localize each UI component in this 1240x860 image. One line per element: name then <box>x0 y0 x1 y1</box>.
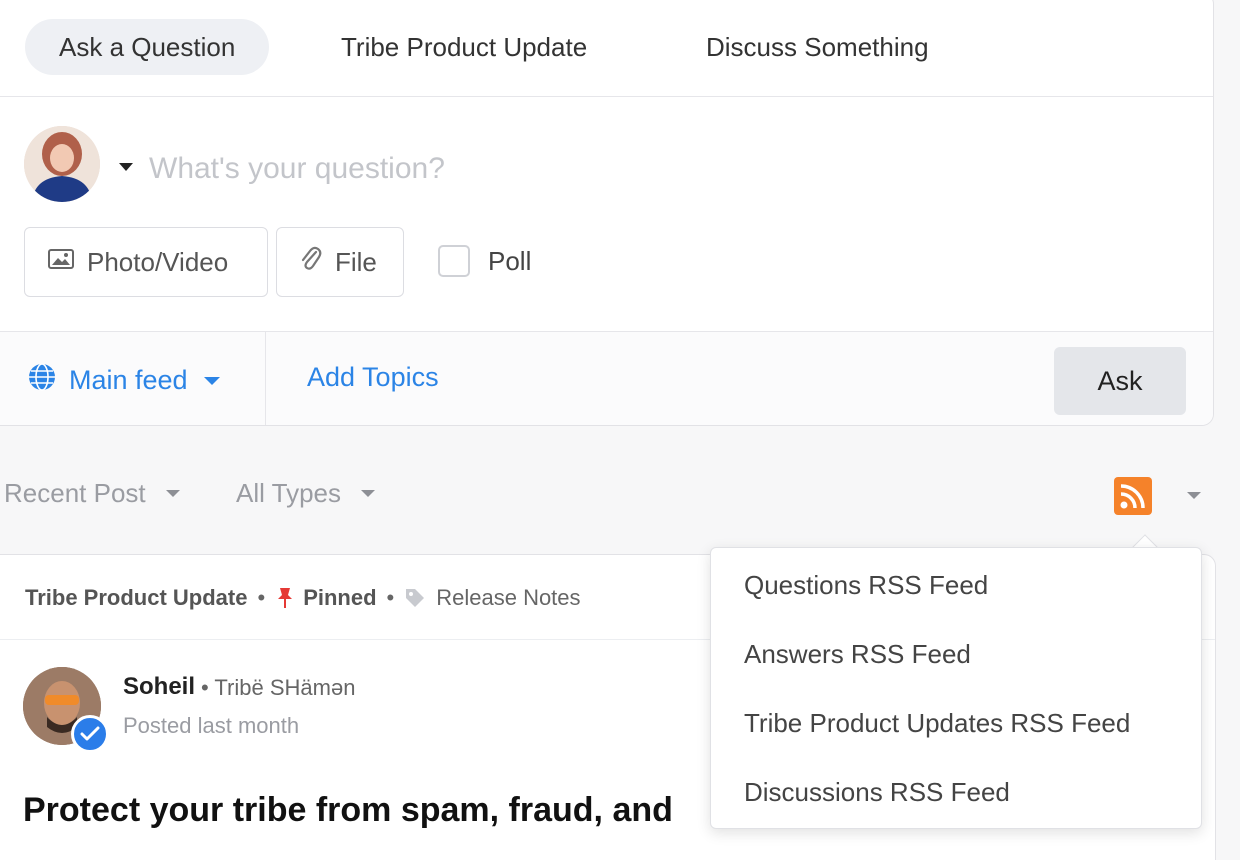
composer-tabs: Ask a Question Tribe Product Update Disc… <box>0 0 1213 97</box>
question-input[interactable] <box>149 143 849 195</box>
menu-item-answers-rss[interactable]: Answers RSS Feed <box>744 639 971 670</box>
chevron-down-icon <box>165 490 180 497</box>
verified-icon <box>71 715 109 753</box>
type-filter[interactable]: All Types <box>236 478 376 509</box>
post-title[interactable]: Protect your tribe from spam, fraud, and <box>23 791 673 830</box>
chevron-down-icon <box>203 376 220 385</box>
post-meta: Tribe Product Update • Pinned • Release … <box>25 585 581 611</box>
right-rail <box>1216 0 1240 860</box>
identity-dropdown-caret[interactable] <box>119 163 133 171</box>
pinned-label: Pinned <box>303 585 377 610</box>
tab-discuss[interactable]: Discuss Something <box>672 19 963 75</box>
add-topics-link[interactable]: Add Topics <box>307 362 439 393</box>
globe-icon <box>27 362 57 399</box>
post-timestamp: Posted last month <box>123 713 300 738</box>
author-name[interactable]: Soheil <box>123 673 195 701</box>
rss-dropdown-caret[interactable] <box>1187 492 1201 499</box>
footer-divider <box>265 332 266 425</box>
post-tag[interactable]: Release Notes <box>436 585 580 611</box>
file-label: File <box>335 246 377 277</box>
poll-option[interactable]: Poll <box>438 245 531 277</box>
author-role: • Tribë SHämən <box>201 675 356 700</box>
author-role-text: Tribë SHämən <box>214 675 356 700</box>
feed-selector[interactable]: Main feed <box>27 362 220 399</box>
composer-footer: Main feed Add Topics Ask <box>0 331 1213 425</box>
sort-filter-label: Recent Post <box>4 478 146 508</box>
photo-video-label: Photo/Video <box>87 246 229 277</box>
menu-item-discussions-rss[interactable]: Discussions RSS Feed <box>744 777 1010 808</box>
feed-label: Main feed <box>69 365 188 395</box>
file-button[interactable]: File <box>276 227 404 297</box>
rss-icon[interactable] <box>1114 477 1152 515</box>
rss-feed-menu: Questions RSS Feed Answers RSS Feed Trib… <box>710 547 1202 829</box>
post-composer: Ask a Question Tribe Product Update Disc… <box>0 0 1214 426</box>
tab-product-update[interactable]: Tribe Product Update <box>307 19 621 75</box>
chevron-down-icon <box>361 490 376 497</box>
separator-dot: • <box>386 585 395 610</box>
pin-icon <box>275 586 295 610</box>
tag-icon <box>404 587 426 609</box>
photo-video-button[interactable]: Photo/Video <box>24 227 268 297</box>
type-filter-label: All Types <box>236 478 342 508</box>
image-icon <box>47 247 75 278</box>
paperclip-icon <box>299 244 323 281</box>
poll-label: Poll <box>488 245 532 276</box>
user-avatar[interactable] <box>24 126 100 202</box>
poll-checkbox[interactable] <box>438 245 470 277</box>
tab-ask-question[interactable]: Ask a Question <box>25 19 270 75</box>
menu-item-product-updates-rss[interactable]: Tribe Product Updates RSS Feed <box>744 708 1130 739</box>
menu-item-questions-rss[interactable]: Questions RSS Feed <box>744 570 988 601</box>
post-category[interactable]: Tribe Product Update <box>25 585 247 611</box>
ask-button[interactable]: Ask <box>1054 347 1186 415</box>
separator-dot: • <box>257 585 266 610</box>
sort-filter[interactable]: Recent Post <box>4 478 180 509</box>
